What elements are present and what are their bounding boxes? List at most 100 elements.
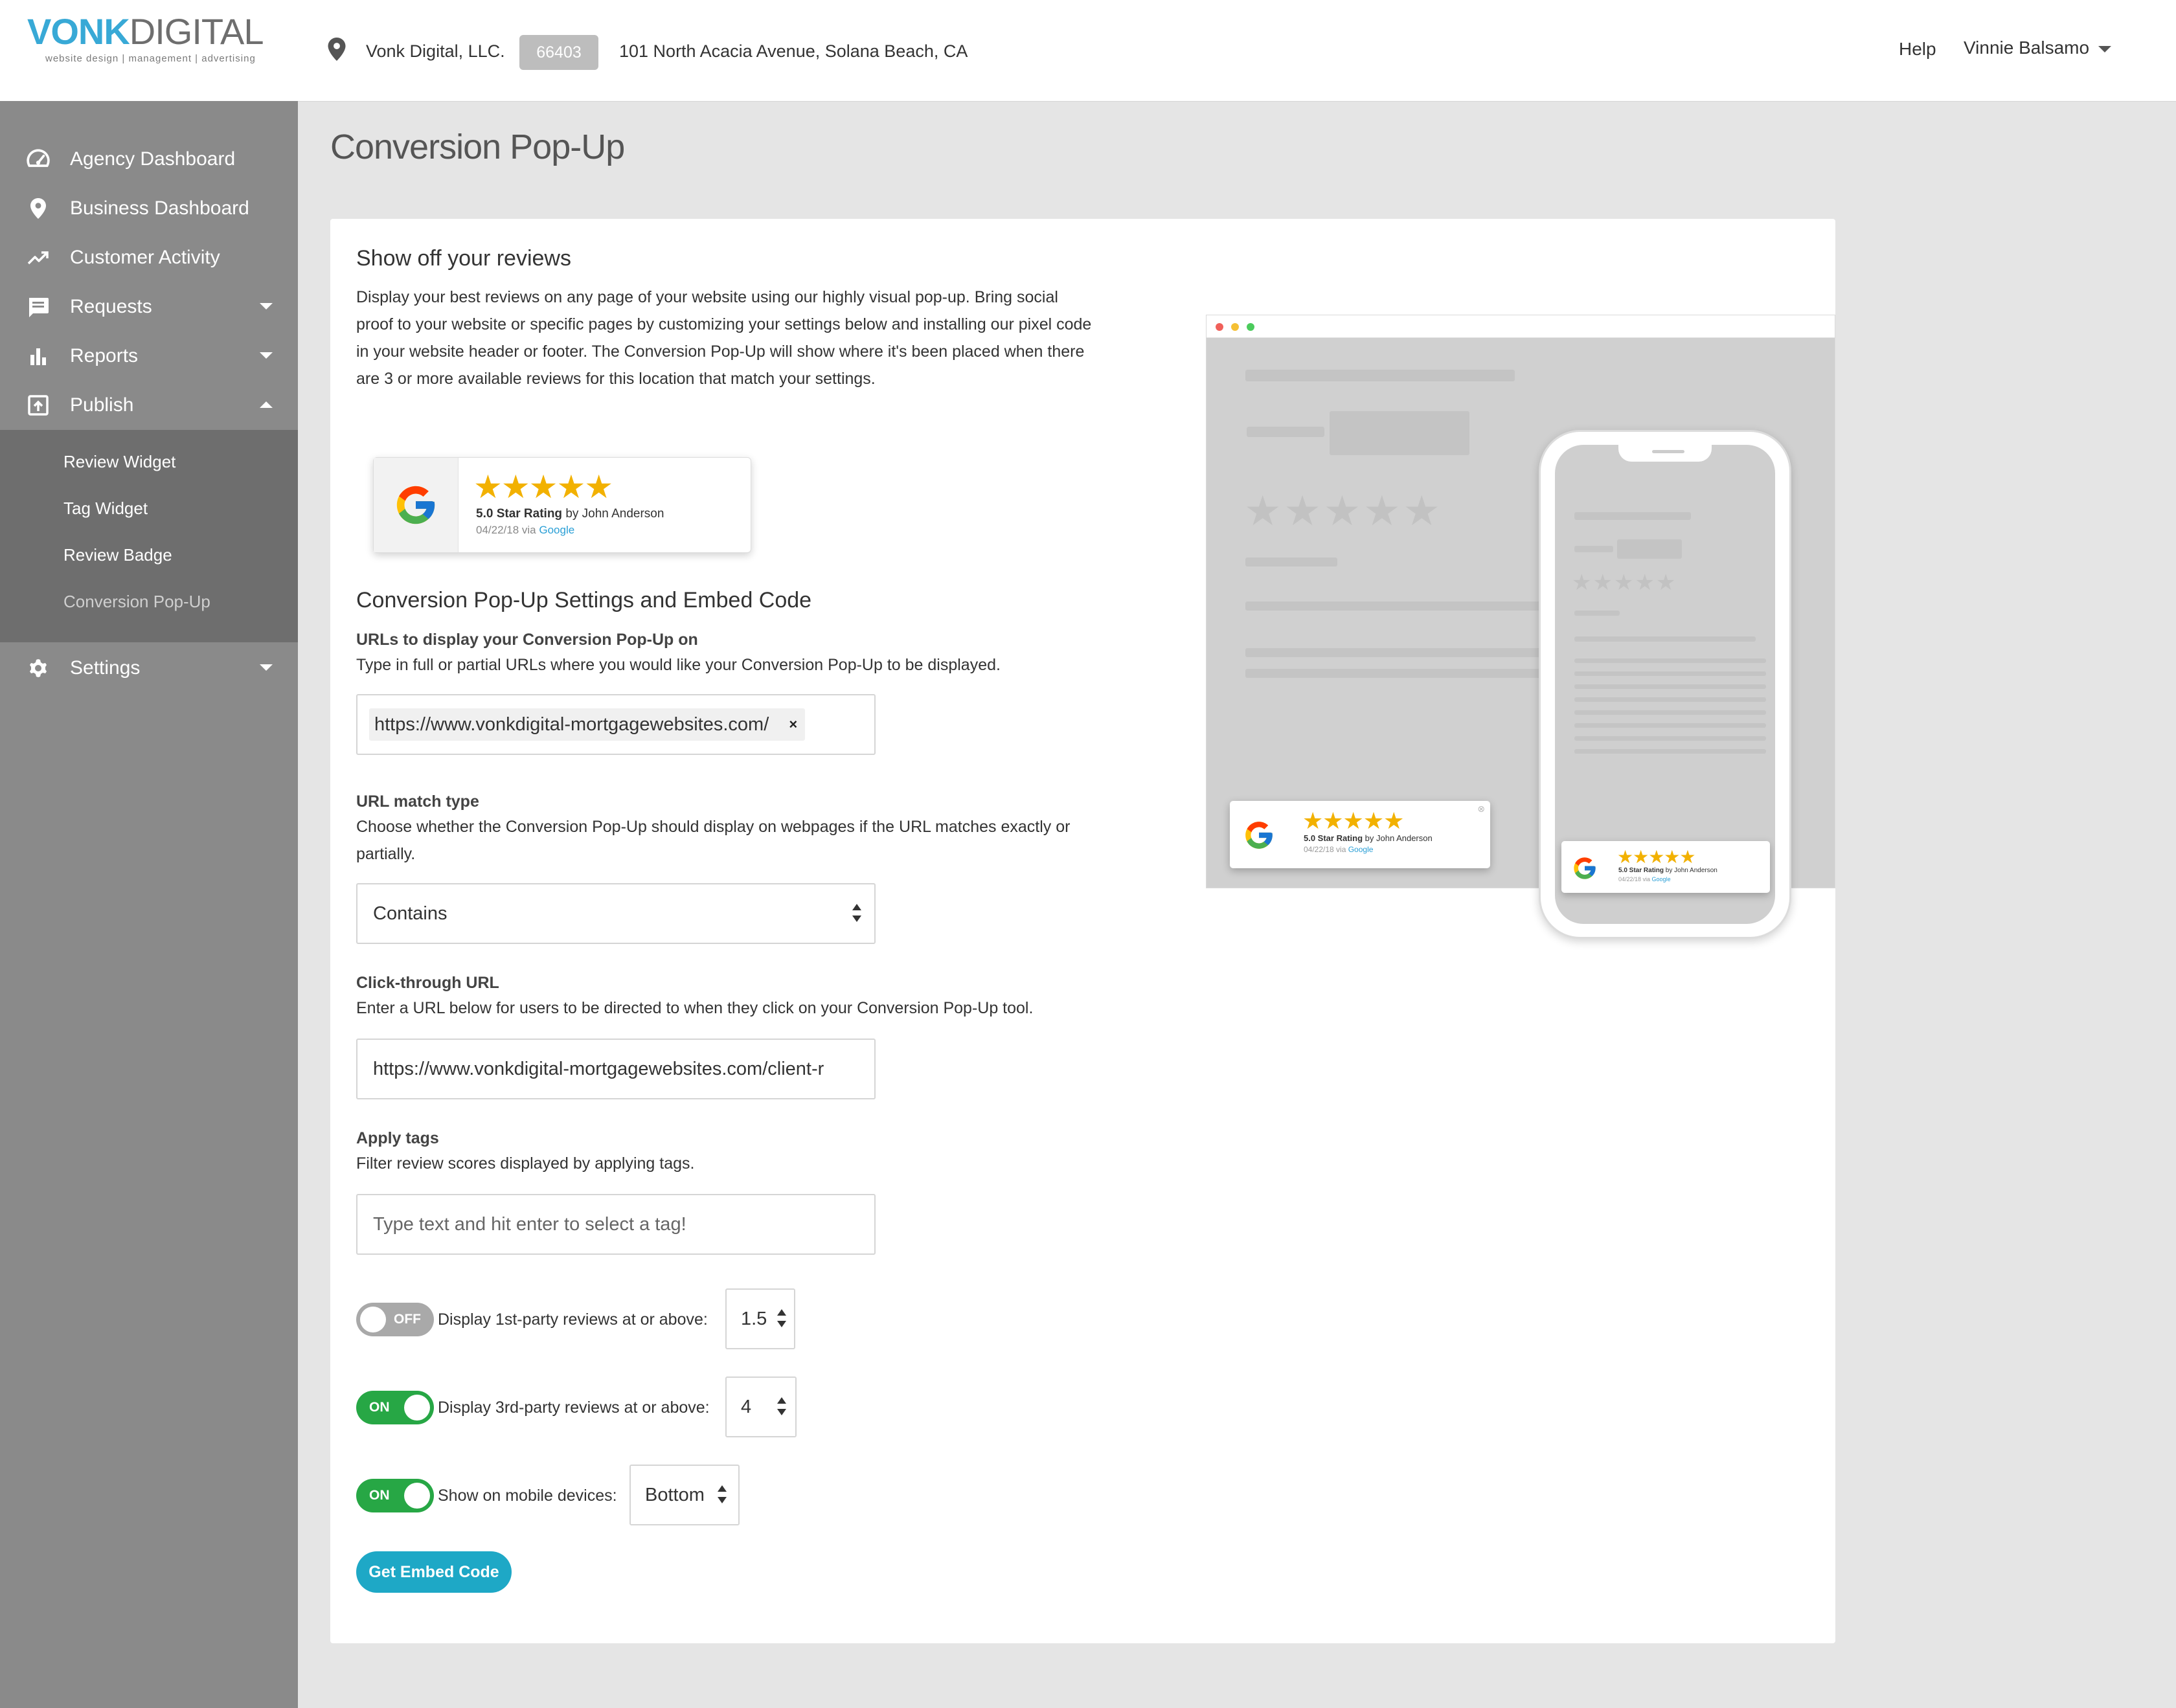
toggle-state: OFF xyxy=(394,1312,421,1327)
star-rating-icon: ★★★★★ xyxy=(473,469,613,505)
google-logo-icon xyxy=(1245,822,1273,849)
mobile-popup-preview: ★★★★★ 5.0 Star Rating by John Anderson 0… xyxy=(1561,841,1770,893)
window-close-dot-icon xyxy=(1216,323,1223,331)
close-icon: ⊗ xyxy=(1477,803,1485,814)
match-type-label: URL match type xyxy=(356,792,479,811)
business-id-badge: 66403 xyxy=(519,35,598,70)
show-off-reviews-heading: Show off your reviews xyxy=(356,246,571,271)
user-menu[interactable]: Vinnie Balsamo xyxy=(1964,38,2112,58)
apply-tags-help: Filter review scores displayed by applyi… xyxy=(356,1154,695,1173)
select-arrows-icon xyxy=(777,1397,786,1415)
tags-input[interactable]: Type text and hit enter to select a tag! xyxy=(356,1194,876,1255)
sidebar-item-reports[interactable]: Reports xyxy=(0,331,298,381)
sample-reviewer-text: by John Anderson xyxy=(562,507,664,521)
settings-heading: Conversion Pop-Up Settings and Embed Cod… xyxy=(356,588,812,612)
mobile-position-value: Bottom xyxy=(645,1485,705,1505)
location-pin-icon xyxy=(328,38,346,61)
sidebar-subitem-conversion-popup[interactable]: Conversion Pop-Up xyxy=(63,592,210,612)
sidebar-item-agency-dashboard[interactable]: Agency Dashboard xyxy=(0,135,298,184)
publish-icon xyxy=(28,395,49,416)
sample-rating-text: 5.0 Star Rating xyxy=(476,507,563,521)
sidebar-item-label: Agency Dashboard xyxy=(70,148,236,170)
url-chip: https://www.vonkdigital-mortgagewebsites… xyxy=(369,708,806,741)
message-icon xyxy=(29,298,49,317)
sample-source-link[interactable]: Google xyxy=(539,524,574,536)
sidebar-subitem-review-widget[interactable]: Review Widget xyxy=(63,452,176,472)
star-rating-icon: ★★★★★ xyxy=(1302,807,1404,834)
intro-paragraph: Display your best reviews on any page of… xyxy=(356,288,1092,388)
logo-tagline: website design | management | advertisin… xyxy=(45,53,256,64)
chevron-down-icon xyxy=(260,664,273,671)
first-party-toggle[interactable]: OFF xyxy=(356,1303,434,1336)
chevron-down-icon xyxy=(260,352,273,359)
clickthrough-help: Enter a URL below for users to be direct… xyxy=(356,999,1034,1017)
third-party-threshold-select[interactable]: 4 xyxy=(725,1377,797,1437)
publish-submenu: Review Widget Tag Widget Review Badge Co… xyxy=(0,430,298,642)
mobile-devices-label: Show on mobile devices: xyxy=(438,1487,617,1505)
page-title: Conversion Pop-Up xyxy=(330,128,625,166)
sidebar-item-business-dashboard[interactable]: Business Dashboard xyxy=(0,184,298,233)
sidebar-subitem-review-badge[interactable]: Review Badge xyxy=(63,545,172,565)
urls-input[interactable]: https://www.vonkdigital-mortgagewebsites… xyxy=(356,694,876,755)
sidebar-item-label: Requests xyxy=(70,296,152,317)
third-party-threshold-value: 4 xyxy=(741,1397,752,1417)
first-party-threshold-value: 1.5 xyxy=(741,1309,767,1329)
select-arrows-icon xyxy=(852,904,861,922)
sample-date-text: 04/22/18 via xyxy=(476,524,539,536)
urls-label: URLs to display your Conversion Pop-Up o… xyxy=(356,631,698,649)
apply-tags-label: Apply tags xyxy=(356,1129,439,1147)
tags-placeholder: Type text and hit enter to select a tag! xyxy=(373,1214,686,1235)
third-party-label: Display 3rd-party reviews at or above: xyxy=(438,1399,710,1417)
clickthrough-url-input[interactable]: https://www.vonkdigital-mortgagewebsites… xyxy=(356,1039,876,1099)
top-bar: VONKDIGITAL website design | management … xyxy=(0,0,2176,101)
placeholder-stars-icon: ★★★★★ xyxy=(1572,570,1677,595)
sidebar-item-label: Business Dashboard xyxy=(70,197,249,219)
business-name[interactable]: Vonk Digital, LLC. xyxy=(366,41,505,62)
bar-chart-icon xyxy=(30,348,46,365)
vonk-digital-logo[interactable]: VONKDIGITAL website design | management … xyxy=(27,11,273,65)
business-address: 101 North Acacia Avenue, Solana Beach, C… xyxy=(619,41,968,61)
google-logo-icon xyxy=(1574,857,1596,879)
desktop-popup-preview: ★★★★★ 5.0 Star Rating by John Anderson 0… xyxy=(1230,801,1490,868)
sidebar-item-requests[interactable]: Requests xyxy=(0,282,298,331)
third-party-toggle[interactable]: ON xyxy=(356,1391,434,1424)
sidebar-subitem-tag-widget[interactable]: Tag Widget xyxy=(63,499,148,519)
clickthrough-label: Click-through URL xyxy=(356,974,499,992)
logo-primary-text: VONK xyxy=(27,11,130,52)
close-icon[interactable]: × xyxy=(789,708,797,741)
select-arrows-icon xyxy=(777,1309,786,1327)
sample-review-popup: ★★★★★ 5.0 Star Rating by John Anderson 0… xyxy=(373,457,751,553)
chevron-down-icon xyxy=(2098,45,2112,52)
star-rating-icon: ★★★★★ xyxy=(1617,847,1696,867)
sidebar-item-label: Reports xyxy=(70,345,139,366)
map-pin-icon xyxy=(30,198,46,219)
first-party-label: Display 1st-party reviews at or above: xyxy=(438,1310,708,1329)
clickthrough-url-value: https://www.vonkdigital-mortgagewebsites… xyxy=(373,1059,824,1079)
first-party-threshold-select[interactable]: 1.5 xyxy=(725,1288,795,1349)
get-embed-code-button[interactable]: Get Embed Code xyxy=(356,1551,512,1593)
toggle-state: ON xyxy=(369,1488,390,1503)
select-arrows-icon xyxy=(718,1485,727,1503)
window-minimize-dot-icon xyxy=(1231,323,1239,331)
sidebar: Agency Dashboard Business Dashboard Cust… xyxy=(0,101,298,1708)
window-maximize-dot-icon xyxy=(1247,323,1254,331)
mobile-position-select[interactable]: Bottom xyxy=(629,1465,740,1525)
match-type-value: Contains xyxy=(373,903,448,924)
gear-icon xyxy=(30,659,47,677)
chevron-up-icon xyxy=(260,401,273,408)
url-chip-text: https://www.vonkdigital-mortgagewebsites… xyxy=(374,714,769,735)
sidebar-item-publish[interactable]: Publish xyxy=(0,381,298,430)
chevron-down-icon xyxy=(260,303,273,309)
sidebar-item-settings[interactable]: Settings xyxy=(0,644,298,693)
sidebar-item-label: Customer Activity xyxy=(70,247,220,268)
user-name: Vinnie Balsamo xyxy=(1964,38,2090,58)
mobile-preview-illustration: ★★★★★ ★★★★★ 5.0 Star Rating by John Ande… xyxy=(1539,430,1791,939)
mobile-devices-toggle[interactable]: ON xyxy=(356,1479,434,1512)
logo-secondary-text: DIGITAL xyxy=(129,11,264,52)
match-type-select[interactable]: Contains xyxy=(356,883,876,944)
speedometer-icon xyxy=(27,149,50,167)
sidebar-item-customer-activity[interactable]: Customer Activity xyxy=(0,233,298,282)
sidebar-item-label: Settings xyxy=(70,657,141,679)
help-link[interactable]: Help xyxy=(1899,39,1936,60)
trending-up-icon xyxy=(27,251,49,265)
